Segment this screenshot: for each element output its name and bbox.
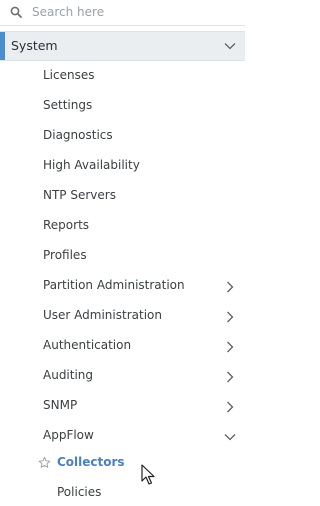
nav-item-label: Diagnostics [43, 128, 113, 142]
sub-item-label: Policies [57, 485, 102, 499]
nav-item-partition-administration[interactable]: Partition Administration [0, 272, 245, 302]
star-icon[interactable] [38, 456, 51, 469]
nav-item-appflow[interactable]: AppFlow [0, 422, 245, 452]
nav-item-label: Profiles [43, 248, 87, 262]
nav-item-label: Authentication [43, 338, 132, 352]
nav-item-label: Auditing [43, 368, 94, 382]
nav-item-profiles[interactable]: Profiles [0, 242, 245, 272]
chevron-down-icon[interactable] [223, 430, 237, 444]
nav-item-label: High Availability [43, 158, 140, 172]
nav-item-diagnostics[interactable]: Diagnostics [0, 122, 245, 152]
nav-item-label: SNMP [43, 398, 78, 412]
sub-item-label: Collectors [57, 455, 125, 469]
nav-item-label: User Administration [43, 308, 162, 322]
mouse-cursor-icon [141, 464, 155, 485]
nav-item-label: Partition Administration [43, 278, 185, 292]
nav-item-label: Licenses [43, 68, 95, 82]
nav-item-reports[interactable]: Reports [0, 212, 245, 242]
nav-item-high-availability[interactable]: High Availability [0, 152, 245, 182]
nav-item-authentication[interactable]: Authentication [0, 332, 245, 362]
chevron-right-icon[interactable] [223, 370, 237, 384]
nav-item-ntp-servers[interactable]: NTP Servers [0, 182, 245, 212]
nav-item-settings[interactable]: Settings [0, 92, 245, 122]
nav-section-system[interactable]: System [0, 31, 245, 61]
chevron-right-icon[interactable] [223, 280, 237, 294]
nav-item-label: AppFlow [43, 428, 94, 442]
chevron-right-icon[interactable] [223, 340, 237, 354]
search-icon [10, 6, 22, 18]
sub-item-policies[interactable]: Policies [0, 482, 245, 506]
nav-item-label: Settings [43, 98, 93, 112]
sub-item-collectors[interactable]: Collectors [0, 452, 245, 476]
nav-item-user-administration[interactable]: User Administration [0, 302, 245, 332]
nav-item-label: Reports [43, 218, 90, 232]
active-section-indicator [0, 32, 5, 60]
section-label: System [11, 38, 58, 53]
chevron-down-icon[interactable] [223, 39, 237, 53]
chevron-right-icon[interactable] [223, 310, 237, 324]
nav-item-label: NTP Servers [43, 188, 116, 202]
chevron-right-icon[interactable] [223, 400, 237, 414]
search-input[interactable] [28, 3, 237, 21]
nav-item-licenses[interactable]: Licenses [0, 62, 245, 92]
nav-item-snmp[interactable]: SNMP [0, 392, 245, 422]
search-bar [0, 0, 245, 26]
nav-item-auditing[interactable]: Auditing [0, 362, 245, 392]
